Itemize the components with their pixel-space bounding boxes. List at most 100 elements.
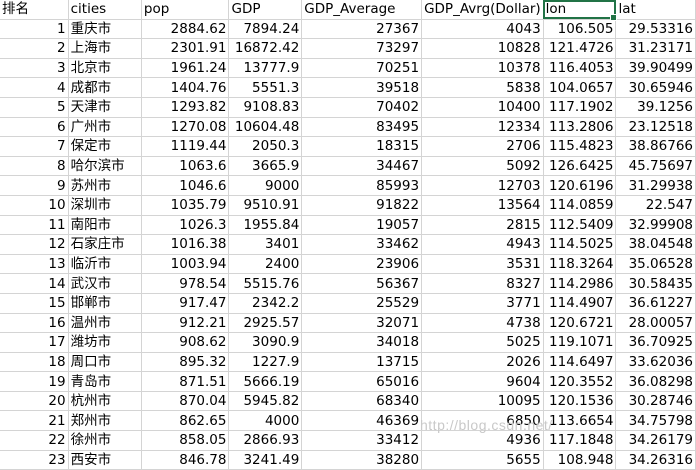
cell-gdp-average[interactable]: 23906 xyxy=(301,254,423,275)
cell-pop[interactable]: 858.05 xyxy=(141,430,230,451)
cell-gdp-average[interactable]: 33462 xyxy=(301,234,423,255)
cell-city[interactable]: 深圳市 xyxy=(68,195,142,216)
cell-gdp[interactable]: 9510.91 xyxy=(228,195,303,216)
cell-lon[interactable]: 126.6425 xyxy=(543,156,617,177)
cell-city[interactable]: 苏州市 xyxy=(68,175,142,196)
cell-gdp-avrg-dollar[interactable]: 5092 xyxy=(421,156,544,177)
cell-rank[interactable]: 4 xyxy=(0,77,69,98)
cell-gdp[interactable]: 2866.93 xyxy=(228,430,303,451)
cell-city[interactable]: 上海市 xyxy=(68,38,142,59)
cell-gdp-avrg-dollar[interactable]: 5025 xyxy=(421,332,544,353)
cell-gdp[interactable]: 2925.57 xyxy=(228,313,303,334)
cell-lon[interactable]: 112.5409 xyxy=(543,215,617,236)
cell-gdp-avrg-dollar[interactable]: 2815 xyxy=(421,215,544,236)
cell-rank[interactable]: 17 xyxy=(0,332,69,353)
cell-city[interactable]: 温州市 xyxy=(68,313,142,334)
cell-gdp-avrg-dollar[interactable]: 9604 xyxy=(421,371,544,392)
cell-lat[interactable]: 32.99908 xyxy=(615,215,696,236)
cell-lon[interactable]: 113.2806 xyxy=(543,117,617,138)
cell-lat[interactable]: 38.04548 xyxy=(615,234,696,255)
cell-pop[interactable]: 912.21 xyxy=(141,313,230,334)
cell-city[interactable]: 西安市 xyxy=(68,450,142,470)
cell-gdp-average[interactable]: 70251 xyxy=(301,58,423,79)
cell-city[interactable]: 广州市 xyxy=(68,117,142,138)
cell-pop[interactable]: 1046.6 xyxy=(141,175,230,196)
cell-pop[interactable]: 895.32 xyxy=(141,352,230,373)
cell-gdp[interactable]: 3241.49 xyxy=(228,450,303,470)
cell-lat[interactable]: 45.75697 xyxy=(615,156,696,177)
cell-gdp[interactable]: 7894.24 xyxy=(228,19,303,40)
fill-handle[interactable] xyxy=(610,14,617,21)
cell-lon[interactable]: 114.4907 xyxy=(543,293,617,314)
cell-lat[interactable]: 39.1256 xyxy=(615,97,696,118)
cell-lon[interactable]: 114.2986 xyxy=(543,273,617,294)
cell-city[interactable]: 保定市 xyxy=(68,136,142,157)
cell-gdp[interactable]: 5515.76 xyxy=(228,273,303,294)
cell-gdp[interactable]: 2342.2 xyxy=(228,293,303,314)
cell-gdp-average[interactable]: 70402 xyxy=(301,97,423,118)
cell-lat[interactable]: 34.75798 xyxy=(615,410,696,432)
cell-pop[interactable]: 870.04 xyxy=(141,391,230,412)
cell-rank[interactable]: 12 xyxy=(0,234,69,255)
cell-gdp[interactable]: 5945.82 xyxy=(228,391,303,412)
cell-gdp-avrg-dollar[interactable]: 10828 xyxy=(421,38,544,59)
cell-gdp-average[interactable]: 18315 xyxy=(301,136,423,157)
cell-city[interactable]: 邯郸市 xyxy=(68,293,142,314)
cell-pop[interactable]: 1016.38 xyxy=(141,234,230,255)
cell-rank[interactable]: 14 xyxy=(0,273,69,294)
cell-gdp-avrg-dollar[interactable]: 2026 xyxy=(421,352,544,373)
header-cell-rank[interactable]: 排名 xyxy=(0,0,69,20)
cell-gdp[interactable]: 13777.9 xyxy=(228,58,303,79)
cell-lat[interactable]: 23.12518 xyxy=(615,117,696,138)
cell-lon[interactable]: 114.6497 xyxy=(543,352,617,373)
cell-gdp[interactable]: 3090.9 xyxy=(228,332,303,353)
cell-gdp-avrg-dollar[interactable]: 13564 xyxy=(421,195,544,216)
cell-pop[interactable]: 1119.44 xyxy=(141,136,230,157)
cell-gdp-average[interactable]: 68340 xyxy=(301,391,423,412)
cell-gdp-average[interactable]: 13715 xyxy=(301,352,423,373)
cell-city[interactable]: 哈尔滨市 xyxy=(68,156,142,177)
cell-pop[interactable]: 1293.82 xyxy=(141,97,230,118)
header-cell-gdp-average[interactable]: GDP_Average xyxy=(301,0,423,20)
cell-gdp[interactable]: 9108.83 xyxy=(228,97,303,118)
cell-rank[interactable]: 10 xyxy=(0,195,69,216)
header-cell-gdp[interactable]: GDP xyxy=(228,0,303,20)
cell-lat[interactable]: 31.29938 xyxy=(615,175,696,196)
cell-gdp-avrg-dollar[interactable]: 5838 xyxy=(421,77,544,98)
cell-city[interactable]: 杭州市 xyxy=(68,391,142,412)
cell-gdp-avrg-dollar[interactable]: 6850 xyxy=(421,410,544,432)
cell-gdp-average[interactable]: 34467 xyxy=(301,156,423,177)
cell-pop[interactable]: 1404.76 xyxy=(141,77,230,98)
cell-gdp-average[interactable]: 33412 xyxy=(301,430,423,451)
cell-pop[interactable]: 1270.08 xyxy=(141,117,230,138)
cell-lon[interactable]: 113.6654 xyxy=(543,410,617,432)
cell-lat[interactable]: 30.58435 xyxy=(615,273,696,294)
cell-city[interactable]: 青岛市 xyxy=(68,371,142,392)
cell-gdp-average[interactable]: 46369 xyxy=(301,410,423,432)
cell-pop[interactable]: 908.62 xyxy=(141,332,230,353)
cell-lat[interactable]: 28.00057 xyxy=(615,313,696,334)
header-cell-lat[interactable]: lat xyxy=(615,0,696,20)
cell-rank[interactable]: 21 xyxy=(0,410,69,432)
cell-lon[interactable]: 115.4823 xyxy=(543,136,617,157)
cell-pop[interactable]: 1961.24 xyxy=(141,58,230,79)
cell-lon[interactable]: 118.3264 xyxy=(543,254,617,275)
cell-rank[interactable]: 5 xyxy=(0,97,69,118)
cell-lon[interactable]: 104.0657 xyxy=(543,77,617,98)
cell-pop[interactable]: 1063.6 xyxy=(141,156,230,177)
cell-lon[interactable]: 106.505 xyxy=(543,19,617,40)
cell-gdp[interactable]: 1227.9 xyxy=(228,352,303,373)
cell-lon[interactable]: 120.3552 xyxy=(543,371,617,392)
cell-gdp-average[interactable]: 27367 xyxy=(301,19,423,40)
cell-rank[interactable]: 1 xyxy=(0,19,69,40)
cell-pop[interactable]: 846.78 xyxy=(141,450,230,470)
cell-lon[interactable]: 114.5025 xyxy=(543,234,617,255)
header-cell-pop[interactable]: pop xyxy=(141,0,230,20)
cell-pop[interactable]: 1035.79 xyxy=(141,195,230,216)
cell-rank[interactable]: 2 xyxy=(0,38,69,59)
cell-gdp[interactable]: 5666.19 xyxy=(228,371,303,392)
cell-gdp-avrg-dollar[interactable]: 10378 xyxy=(421,58,544,79)
cell-rank[interactable]: 19 xyxy=(0,371,69,392)
cell-city[interactable]: 石家庄市 xyxy=(68,234,142,255)
cell-city[interactable]: 成都市 xyxy=(68,77,142,98)
